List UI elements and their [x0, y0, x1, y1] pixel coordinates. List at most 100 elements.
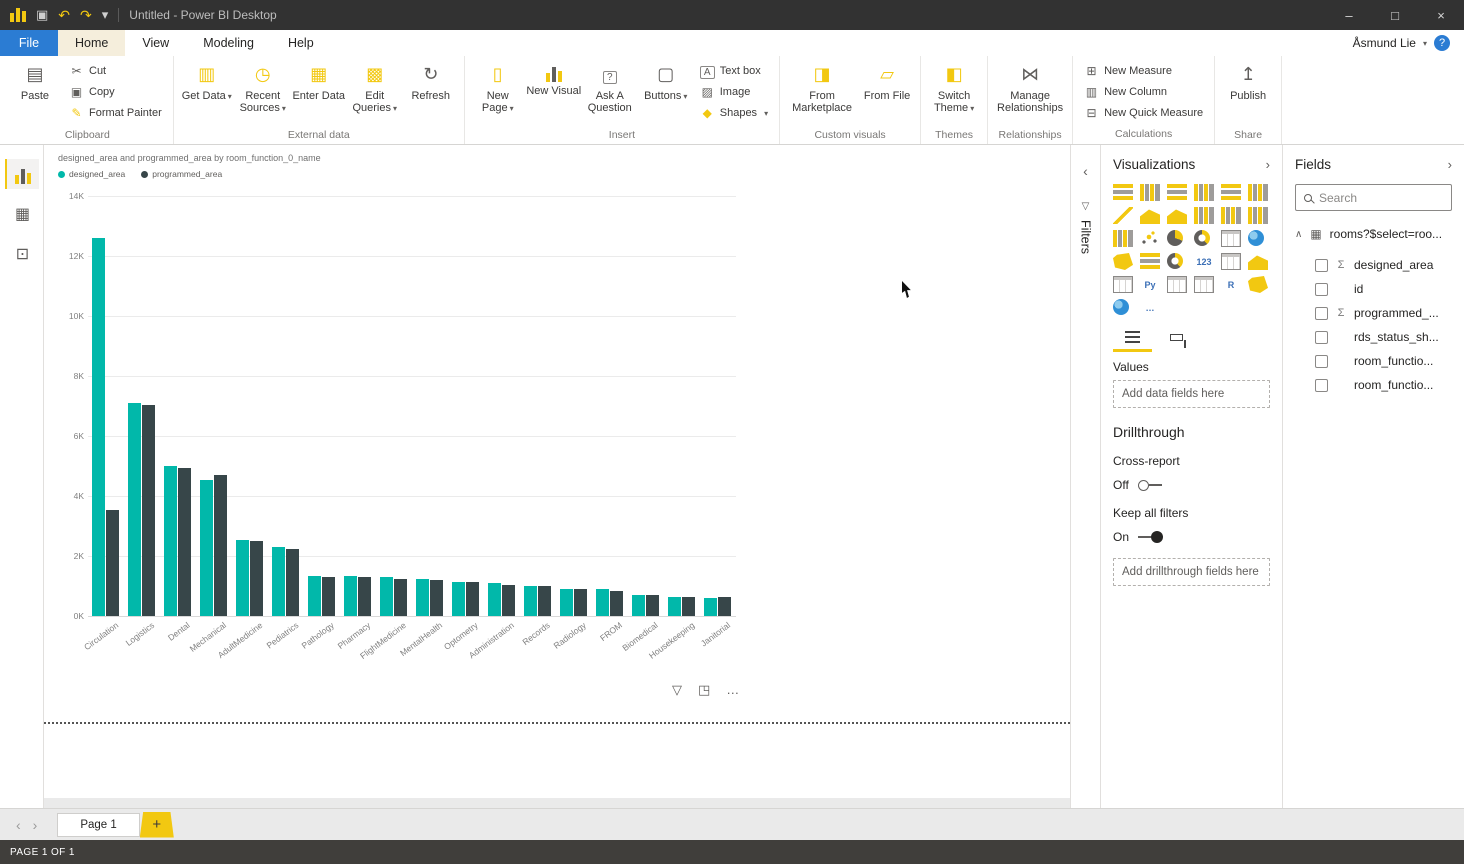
bar-designed_area-FROM[interactable]: [596, 589, 609, 616]
next-page-icon[interactable]: ›: [27, 817, 44, 833]
ask-a-question-button[interactable]: ? Ask A Question: [582, 56, 638, 128]
edit-queries-button[interactable]: ▩ Edit Queries▾: [347, 56, 403, 128]
switch-theme-button[interactable]: ◧ Switch Theme▾: [926, 56, 982, 128]
from-marketplace-button[interactable]: ◨ From Marketplace: [785, 56, 859, 128]
line-stacked-column-chart-icon[interactable]: [1194, 207, 1214, 224]
bar-programmed_area-Pediatrics[interactable]: [286, 549, 299, 617]
drillthrough-fields-well[interactable]: Add drillthrough fields here: [1113, 558, 1270, 586]
save-icon[interactable]: ▣: [36, 7, 48, 23]
copy-button[interactable]: ▣ Copy: [63, 82, 168, 103]
quick-access-customize-icon[interactable]: ▾: [102, 7, 109, 23]
account-chevron-icon[interactable]: ▾: [1423, 39, 1427, 48]
arcgis-map-icon[interactable]: [1113, 299, 1129, 315]
bar-designed_area-Records[interactable]: [524, 586, 537, 616]
filters-pane-collapsed[interactable]: ‹ ▽ Filters: [1070, 145, 1100, 808]
table-row[interactable]: ∧ ▦ rooms?$select=roo...: [1295, 227, 1452, 241]
bar-designed_area-Janitorial[interactable]: [704, 598, 717, 616]
table-visual-icon[interactable]: [1167, 276, 1187, 293]
bar-designed_area-Pathology[interactable]: [308, 576, 321, 617]
stacked-column-chart-icon[interactable]: [1140, 184, 1160, 201]
undo-icon[interactable]: ↶: [58, 7, 70, 24]
bar-programmed_area-FROM[interactable]: [610, 591, 623, 617]
manage-relationships-button[interactable]: ⋈ Manage Relationships: [993, 56, 1067, 128]
bar-programmed_area-Pathology[interactable]: [322, 577, 335, 616]
field-checkbox[interactable]: [1315, 259, 1328, 272]
get-data-button[interactable]: ▥ Get Data▾: [179, 56, 235, 128]
format-pane-tab[interactable]: [1158, 326, 1195, 352]
enter-data-button[interactable]: ▦ Enter Data: [291, 56, 347, 128]
focus-mode-icon[interactable]: ◳: [698, 682, 710, 698]
python-visual-icon[interactable]: Py: [1140, 276, 1160, 293]
image-button[interactable]: ▨ Image: [694, 82, 774, 103]
new-column-button[interactable]: ▥ New Column: [1078, 81, 1209, 102]
kpi-icon[interactable]: [1248, 253, 1268, 270]
line-clustered-column-chart-icon[interactable]: [1221, 207, 1241, 224]
text-box-button[interactable]: A Text box: [694, 61, 774, 82]
bar-designed_area-MentalHealth[interactable]: [416, 579, 429, 617]
bar-programmed_area-Housekeeping[interactable]: [682, 597, 695, 617]
refresh-button[interactable]: ↻ Refresh: [403, 56, 459, 128]
page-tab[interactable]: Page 1: [57, 813, 139, 837]
tab-view[interactable]: View: [125, 30, 186, 56]
pie-chart-icon[interactable]: [1167, 230, 1183, 246]
new-measure-button[interactable]: ⊞ New Measure: [1078, 60, 1209, 81]
bar-designed_area-Optometry[interactable]: [452, 582, 465, 617]
data-view-button[interactable]: ▦: [5, 199, 39, 229]
field-row[interactable]: room_functio...: [1295, 349, 1452, 373]
field-checkbox[interactable]: [1315, 355, 1328, 368]
bar-designed_area-Dental[interactable]: [164, 466, 177, 616]
bar-designed_area-Logistics[interactable]: [128, 403, 141, 616]
new-page-button[interactable]: ▯ New Page▾: [470, 56, 526, 128]
prev-page-icon[interactable]: ‹: [10, 817, 27, 833]
scatter-chart-icon[interactable]: [1140, 230, 1160, 247]
bar-designed_area-FlightMedicine[interactable]: [380, 577, 393, 616]
from-file-button[interactable]: ▱ From File: [859, 56, 915, 128]
report-canvas[interactable]: designed_area and programmed_area by roo…: [44, 145, 1070, 808]
publish-button[interactable]: ↥ Publish: [1220, 56, 1276, 128]
field-checkbox[interactable]: [1315, 283, 1328, 296]
bar-programmed_area-Dental[interactable]: [178, 468, 191, 617]
bar-designed_area-Mechanical[interactable]: [200, 480, 213, 617]
field-row[interactable]: rds_status_sh...: [1295, 325, 1452, 349]
bar-designed_area-Pediatrics[interactable]: [272, 547, 285, 616]
clustered-bar-chart-icon[interactable]: [1167, 184, 1187, 201]
bar-designed_area-AdultMedicine[interactable]: [236, 540, 249, 617]
field-row[interactable]: Σprogrammed_...: [1295, 301, 1452, 325]
fields-pane-tab[interactable]: [1113, 326, 1152, 352]
multi-row-card-icon[interactable]: [1221, 253, 1241, 270]
account-name[interactable]: Åsmund Lie: [1353, 36, 1416, 50]
stacked-area-chart-icon[interactable]: [1167, 207, 1187, 224]
tab-home[interactable]: Home: [58, 30, 125, 56]
bar-programmed_area-Records[interactable]: [538, 586, 551, 616]
search-input[interactable]: [1319, 191, 1439, 205]
bar-programmed_area-Optometry[interactable]: [466, 582, 479, 617]
new-page-tab-button[interactable]: +: [140, 812, 174, 838]
field-checkbox[interactable]: [1315, 379, 1328, 392]
map-icon[interactable]: [1248, 230, 1264, 246]
buttons-button[interactable]: ▢ Buttons▾: [638, 56, 694, 128]
more-options-icon[interactable]: …: [726, 682, 739, 698]
bar-programmed_area-Janitorial[interactable]: [718, 597, 731, 616]
bar-designed_area-Radiology[interactable]: [560, 589, 573, 616]
donut-chart-icon[interactable]: [1194, 230, 1210, 246]
tab-help[interactable]: Help: [271, 30, 331, 56]
keep-all-filters-toggle[interactable]: [1138, 531, 1163, 543]
new-visual-button[interactable]: New Visual: [526, 56, 582, 128]
bar-programmed_area-Radiology[interactable]: [574, 589, 587, 616]
clustered-column-chart-icon[interactable]: [1194, 184, 1214, 201]
paste-button[interactable]: ▤ Paste: [7, 56, 63, 128]
bar-programmed_area-AdultMedicine[interactable]: [250, 541, 263, 616]
more-visuals-icon[interactable]: …: [1140, 299, 1160, 316]
area-chart-icon[interactable]: [1140, 207, 1160, 224]
tab-file[interactable]: File: [0, 30, 58, 56]
shapes-button[interactable]: ◆ Shapes ▾: [694, 103, 774, 124]
collapse-visualizations-icon[interactable]: ›: [1266, 157, 1270, 172]
field-row[interactable]: Σdesigned_area: [1295, 253, 1452, 277]
field-row[interactable]: id: [1295, 277, 1452, 301]
bar-designed_area-Administration[interactable]: [488, 583, 501, 616]
bar-programmed_area-MentalHealth[interactable]: [430, 580, 443, 616]
collapse-fields-icon[interactable]: ›: [1448, 157, 1452, 172]
bar-programmed_area-Mechanical[interactable]: [214, 475, 227, 616]
waterfall-chart-icon[interactable]: [1113, 230, 1133, 247]
slicer-icon[interactable]: [1113, 276, 1133, 293]
